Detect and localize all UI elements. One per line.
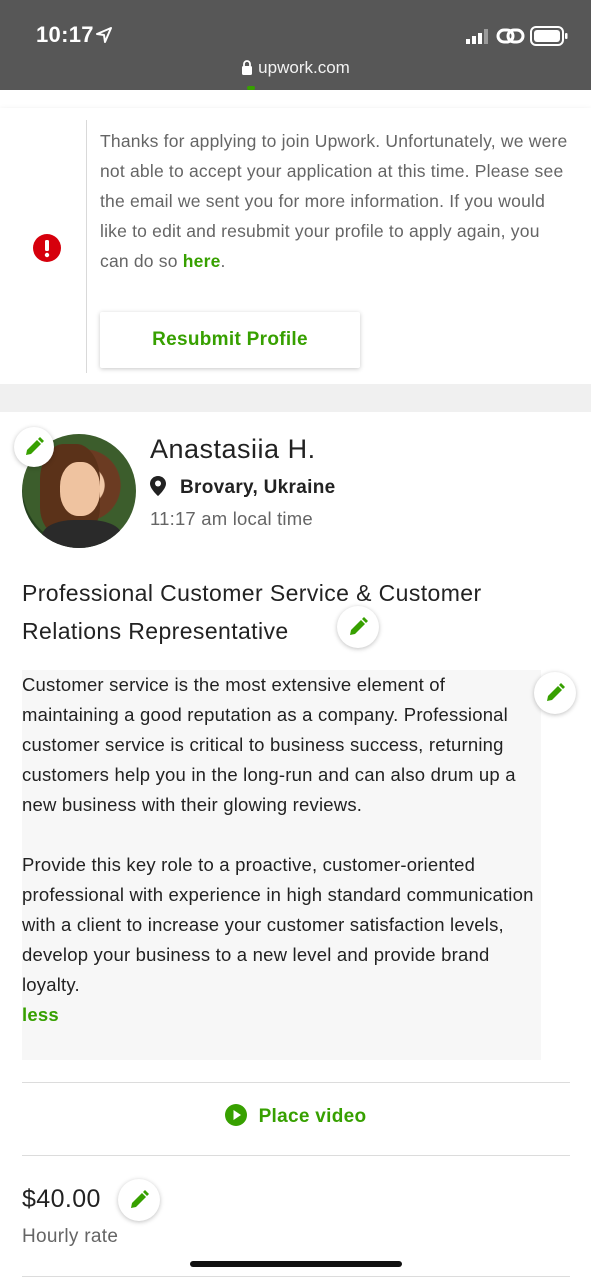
edit-hourly-rate-button[interactable]: [118, 1179, 160, 1221]
home-indicator[interactable]: [190, 1261, 402, 1267]
edit-description-button[interactable]: [534, 672, 576, 714]
show-less-link[interactable]: less: [22, 1000, 541, 1030]
pencil-icon: [547, 683, 565, 701]
profile-section: Anastasiia H. Brovary, Ukraine 11:17 am …: [0, 412, 591, 1280]
page-load-progress: [247, 86, 255, 90]
edit-title-button[interactable]: [337, 606, 379, 648]
notice-divider: [86, 120, 87, 373]
place-video-label: Place video: [258, 1106, 367, 1127]
pencil-icon: [26, 437, 44, 455]
battery-icon: [530, 26, 568, 46]
location-text: Brovary, Ukraine: [180, 477, 336, 498]
status-bar: 10:17 upwork.com: [0, 0, 591, 90]
application-rejected-notice: Thanks for applying to join Upwork. Unfo…: [0, 108, 591, 384]
notice-message-text: Thanks for applying to join Upwork. Unfo…: [100, 131, 568, 271]
location-arrow-icon: [96, 27, 112, 43]
alert-icon: [33, 234, 61, 262]
profile-description: Customer service is the most extensive e…: [22, 670, 541, 1030]
notice-message-end: .: [220, 251, 226, 271]
lock-icon: [242, 60, 253, 75]
pencil-icon: [350, 617, 368, 635]
avatar-shirt: [42, 520, 122, 548]
description-paragraph-2: Provide this key role to a proactive, cu…: [22, 854, 534, 995]
hourly-rate-value: $40.00: [22, 1185, 101, 1213]
resubmit-profile-button[interactable]: Resubmit Profile: [100, 312, 360, 368]
notice-message: Thanks for applying to join Upwork. Unfo…: [100, 126, 570, 276]
play-circle-icon: [224, 1104, 247, 1126]
map-pin-icon: [150, 476, 166, 496]
here-link[interactable]: here: [183, 251, 221, 271]
url-text: upwork.com: [258, 58, 350, 77]
local-time: 11:17 am local time: [150, 508, 313, 529]
section-separator: [0, 384, 591, 412]
avatar-face: [60, 462, 100, 516]
hotspot-link-icon: [496, 28, 525, 44]
divider: [22, 1276, 570, 1277]
place-video-button[interactable]: Place video: [0, 1104, 591, 1128]
hourly-rate-label: Hourly rate: [22, 1226, 119, 1247]
address-bar[interactable]: upwork.com: [0, 58, 591, 78]
profile-name: Anastasiia H.: [150, 434, 316, 464]
profile-location: Brovary, Ukraine: [150, 476, 335, 499]
profile-title: Professional Customer Service & Customer…: [22, 580, 482, 644]
description-paragraph-1: Customer service is the most extensive e…: [22, 674, 516, 815]
signal-icon: [466, 29, 488, 44]
clock: 10:17: [36, 22, 94, 47]
pencil-icon: [131, 1190, 149, 1208]
edit-photo-button[interactable]: [14, 427, 54, 467]
divider: [22, 1155, 570, 1156]
divider: [22, 1082, 570, 1083]
